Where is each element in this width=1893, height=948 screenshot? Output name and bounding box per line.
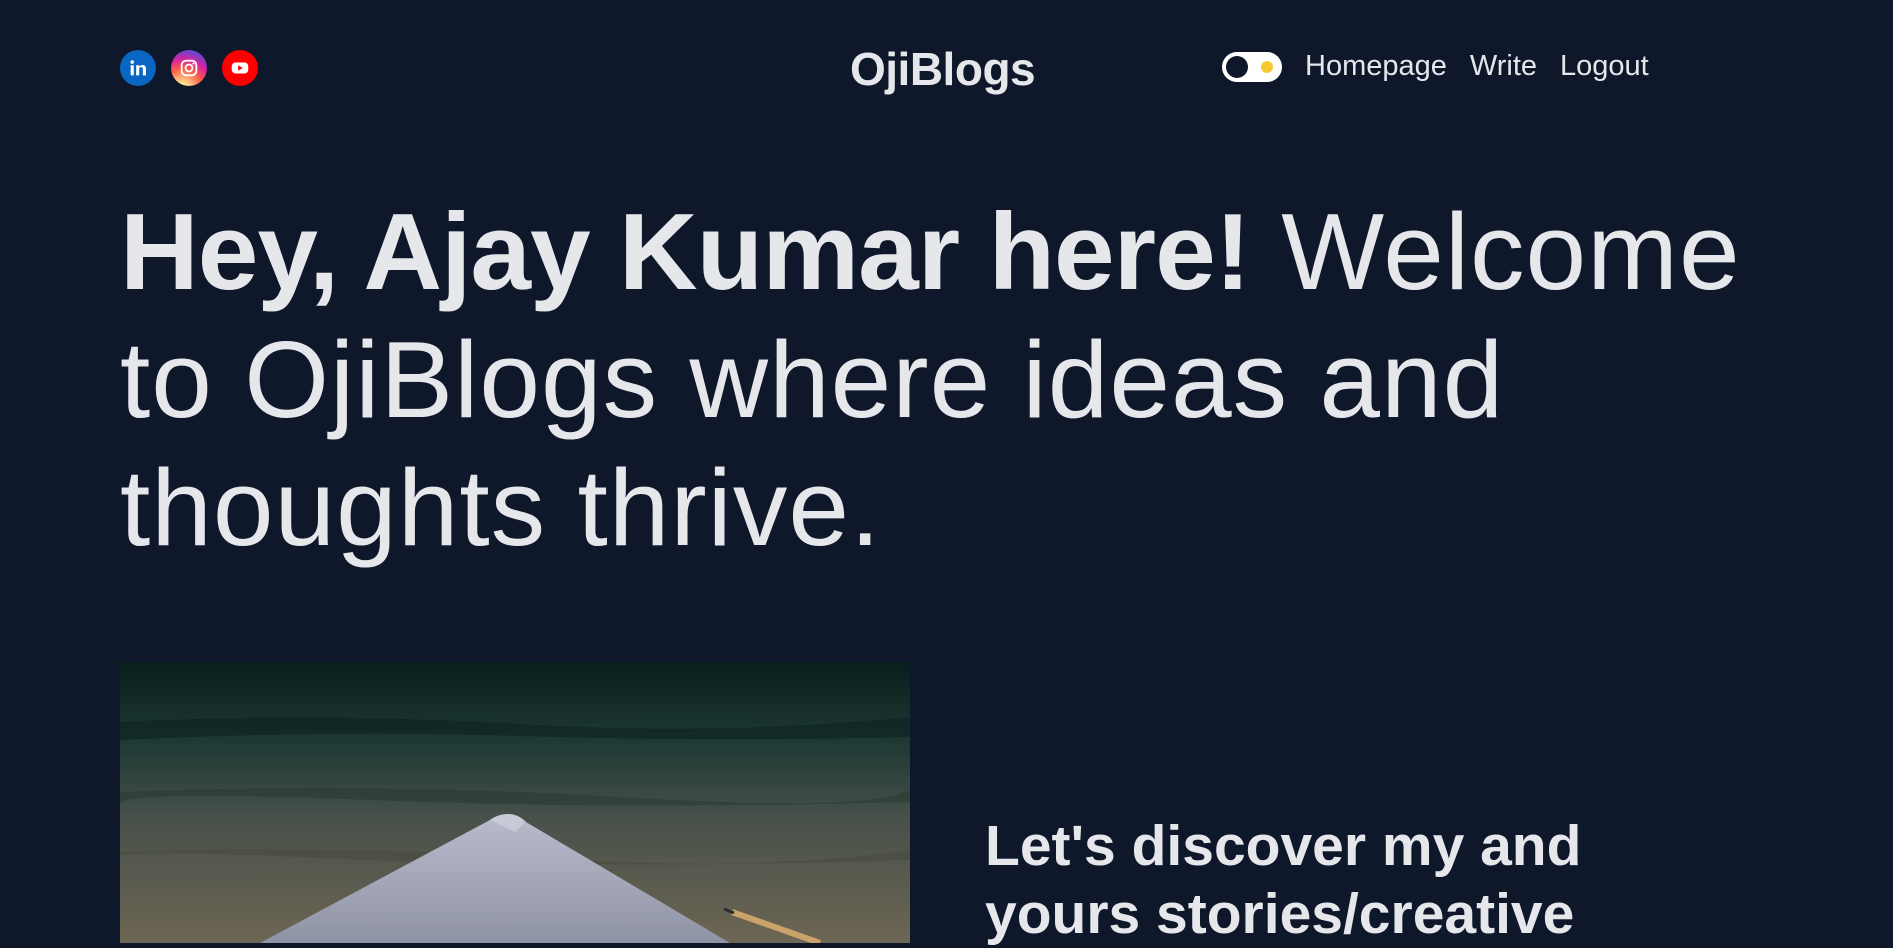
- nav-menu: Homepage Write Logout: [1222, 50, 1649, 83]
- nav-link-logout[interactable]: Logout: [1560, 50, 1649, 83]
- nav-link-write[interactable]: Write: [1470, 50, 1537, 83]
- site-logo[interactable]: OjiBlogs: [850, 42, 1036, 96]
- nav-link-homepage[interactable]: Homepage: [1305, 50, 1447, 83]
- sun-icon: [1261, 60, 1273, 73]
- featured-post-image[interactable]: [120, 662, 910, 943]
- hero-heading: Hey, Ajay Kumar here! Welcome to OjiBlog…: [120, 188, 1820, 572]
- toggle-knob: [1226, 55, 1248, 78]
- youtube-icon[interactable]: [222, 50, 258, 86]
- linkedin-icon[interactable]: [120, 50, 156, 86]
- social-links: [120, 50, 258, 86]
- instagram-icon[interactable]: [171, 50, 207, 86]
- featured-post-title[interactable]: Let's discover my and yours stories/crea…: [985, 812, 1705, 948]
- theme-toggle[interactable]: [1222, 51, 1282, 82]
- navbar: OjiBlogs Homepage Write Logout: [0, 0, 1893, 140]
- hero-greeting: Hey, Ajay Kumar here!: [120, 191, 1251, 313]
